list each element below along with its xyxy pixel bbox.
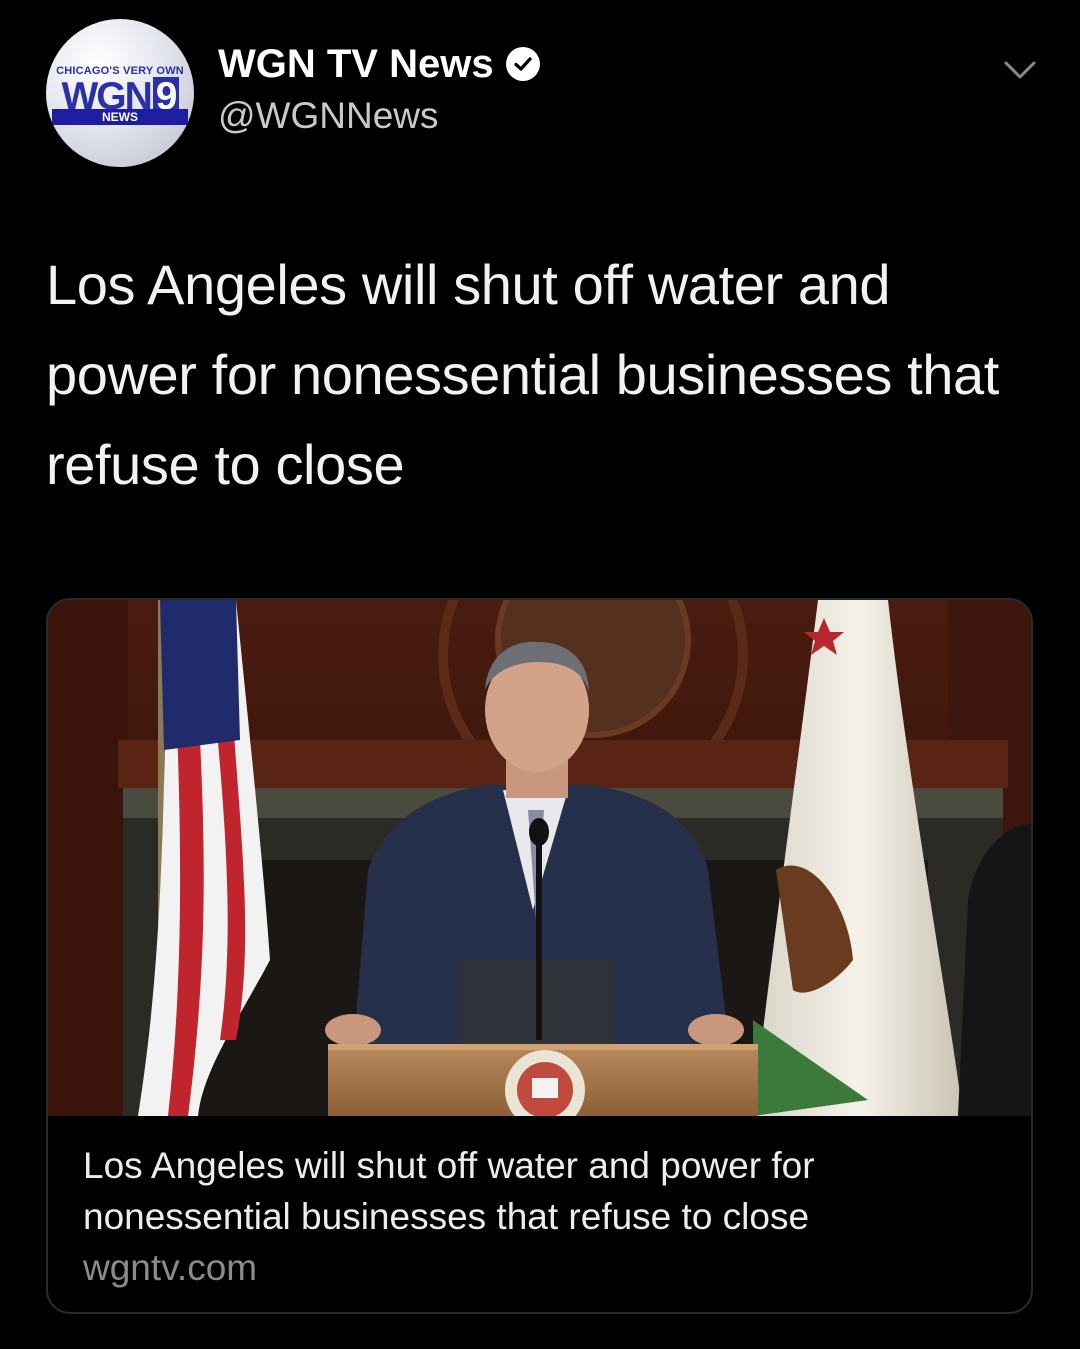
- account-name[interactable]: WGN TV News: [218, 40, 494, 88]
- tweet-text: Los Angeles will shut off water and powe…: [46, 253, 999, 496]
- chevron-down-icon[interactable]: [1000, 55, 1040, 85]
- verified-badge-icon: [505, 47, 540, 81]
- account-avatar[interactable]: CHICAGO'S VERY OWN WGN 9 NEWS: [46, 19, 194, 167]
- link-card-domain[interactable]: wgntv.com: [83, 1242, 1013, 1294]
- avatar-sub-label: NEWS: [52, 109, 188, 125]
- link-card-title[interactable]: Los Angeles will shut off water and powe…: [83, 1140, 1013, 1242]
- account-handle[interactable]: @WGNNews: [218, 92, 439, 140]
- link-card-image[interactable]: [48, 600, 1033, 1116]
- link-card-body[interactable]: Los Angeles will shut off water and powe…: [83, 1140, 1013, 1294]
- link-card[interactable]: Los Angeles will shut off water and powe…: [46, 598, 1033, 1314]
- account-name-row[interactable]: WGN TV News: [218, 40, 540, 88]
